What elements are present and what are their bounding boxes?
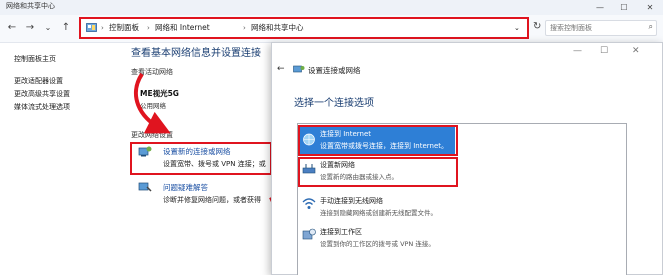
sidebar-item-home[interactable]: 控制面板主页 xyxy=(14,54,56,64)
breadcrumb-sharing-center[interactable]: 网络和共享中心 xyxy=(251,22,304,34)
troubleshoot-icon xyxy=(138,182,152,192)
setup-connection-desc: 设置宽带、拨号或 VPN 连接；或 xyxy=(163,160,266,168)
maximize-button[interactable]: ☐ xyxy=(614,0,634,15)
search-input[interactable] xyxy=(546,21,641,35)
dialog-minimize-button[interactable]: — xyxy=(573,46,582,56)
option-desc: 连接到隐藏网络或创建新无线配置文件。 xyxy=(320,209,437,217)
highlight-box xyxy=(298,125,458,156)
dialog-title: 设置连接或网络 xyxy=(308,66,361,75)
address-history-dropdown[interactable]: ⌄ xyxy=(514,22,520,34)
close-button[interactable]: ✕ xyxy=(640,0,660,15)
wireless-icon xyxy=(302,198,316,209)
dialog-maximize-button[interactable]: ☐ xyxy=(600,46,608,56)
recent-locations-dropdown[interactable]: ⌄ xyxy=(42,21,54,35)
change-settings-label: 更改网络设置 xyxy=(131,131,173,139)
sidebar-item-adapter-settings[interactable]: 更改适配器设置 xyxy=(14,76,63,86)
network-icon xyxy=(293,65,305,73)
option-title: 连接到工作区 xyxy=(320,228,362,236)
dialog-heading: 选择一个连接选项 xyxy=(294,98,374,109)
breadcrumb-separator: › xyxy=(101,24,104,32)
network-setup-icon xyxy=(138,146,152,157)
up-button[interactable]: ↑ xyxy=(60,21,72,35)
dialog-back-button[interactable]: ← xyxy=(277,64,285,74)
breadcrumb-separator: › xyxy=(243,24,246,32)
setup-connection-link[interactable]: 设置新的连接或网络 xyxy=(163,146,231,157)
active-networks-label: 查看活动网络 xyxy=(131,68,173,76)
option-desc: 设置到你的工作区的拨号或 VPN 连接。 xyxy=(320,240,435,248)
sidebar-item-advanced-sharing[interactable]: 更改高级共享设置 xyxy=(14,89,70,99)
workplace-icon xyxy=(302,228,316,240)
forward-button[interactable]: → xyxy=(24,21,36,35)
troubleshoot-link[interactable]: 问题疑难解答 xyxy=(163,182,208,193)
option-connect-workplace[interactable]: 连接到工作区 设置到你的工作区的拨号或 VPN 连接。 xyxy=(300,225,500,251)
highlight-box xyxy=(298,157,458,187)
network-name: ME视光5G xyxy=(140,89,179,98)
page-title: 查看基本网络信息并设置连接 xyxy=(131,48,261,59)
back-button[interactable]: ← xyxy=(6,21,18,35)
control-panel-icon xyxy=(86,23,97,32)
search-icon[interactable]: ⌕ xyxy=(649,22,653,32)
address-bar[interactable]: › 控制面板 › 网络和 Internet › 网络和共享中心 ⌄ xyxy=(79,17,529,39)
option-manual-wireless[interactable]: 手动连接到无线网络 连接到隐藏网络或创建新无线配置文件。 xyxy=(300,194,500,220)
breadcrumb-network-internet[interactable]: 网络和 Internet xyxy=(155,22,210,34)
setup-connection-dialog: — ☐ ✕ ← 设置连接或网络 选择一个连接选项 连接到 Internet 设置… xyxy=(271,42,663,275)
address-toolbar: ← → ⌄ ↑ › 控制面板 › 网络和 Internet › 网络和共享中心 … xyxy=(0,15,663,43)
connection-options-list: 连接到 Internet 设置宽带或拨号连接，连接到 Internet。 设置新… xyxy=(297,123,627,275)
search-field[interactable]: ⌕ xyxy=(545,20,657,36)
window-title: 网络和共享中心 xyxy=(6,2,55,10)
breadcrumb-control-panel[interactable]: 控制面板 xyxy=(109,22,139,34)
title-bar: 网络和共享中心 — ☐ ✕ xyxy=(0,0,663,15)
dialog-close-button[interactable]: ✕ xyxy=(632,46,640,56)
breadcrumb-separator: › xyxy=(147,24,150,32)
refresh-button[interactable]: ↻ xyxy=(533,21,541,32)
network-type[interactable]: 公用网络 xyxy=(140,100,166,110)
troubleshoot-desc: 诊断并修复网络问题，或者获得 xyxy=(163,196,261,204)
sidebar-item-media-streaming[interactable]: 媒体流式处理选项 xyxy=(14,102,70,112)
minimize-button[interactable]: — xyxy=(590,0,610,15)
option-title: 手动连接到无线网络 xyxy=(320,197,383,205)
